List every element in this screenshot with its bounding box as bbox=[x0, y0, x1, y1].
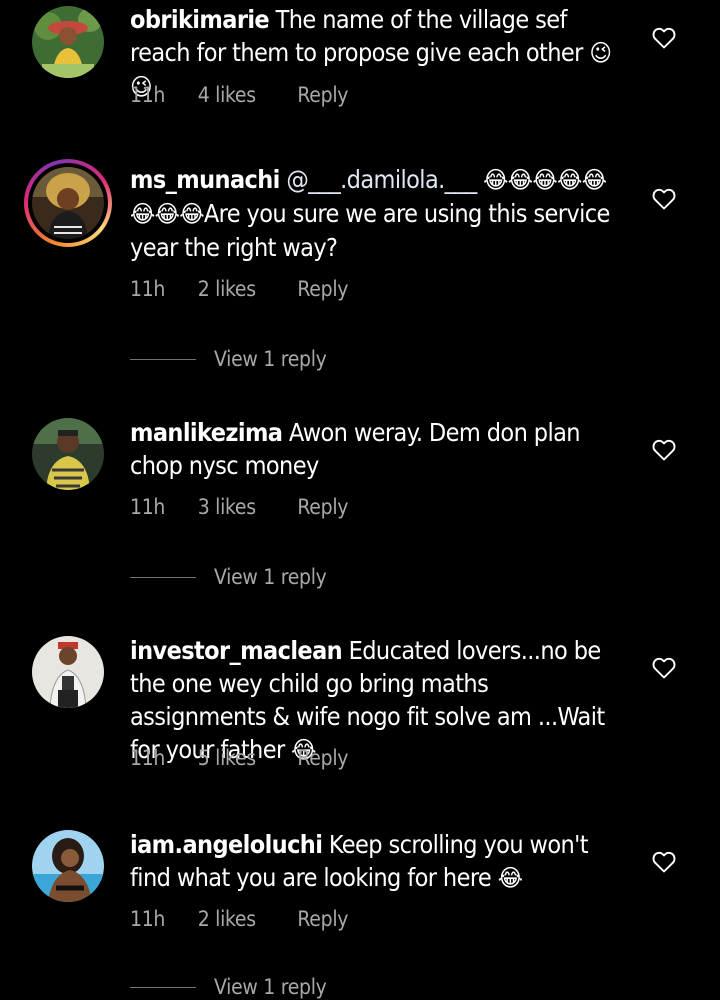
comment-meta: 11h 2 likes Reply bbox=[130, 907, 348, 931]
view-replies-button[interactable]: View 1 reply bbox=[130, 972, 327, 1000]
view-replies-button[interactable]: View 1 reply bbox=[130, 562, 327, 592]
view-replies-label[interactable]: View 1 reply bbox=[214, 347, 327, 371]
reply-button[interactable]: Reply bbox=[297, 277, 348, 301]
comment-time: 11h bbox=[130, 277, 166, 301]
comment-username[interactable]: manlikezima bbox=[130, 418, 283, 447]
heart-outline-icon[interactable] bbox=[652, 851, 676, 873]
comment-meta: 11h 4 likes Reply bbox=[130, 83, 348, 107]
view-replies-button[interactable]: View 1 reply bbox=[130, 344, 327, 374]
comment-time: 11h bbox=[130, 746, 166, 770]
comment-likes[interactable]: 4 likes bbox=[198, 83, 292, 107]
comment-body: iam.angeloluchi Keep scrolling you won't… bbox=[130, 828, 630, 895]
reply-button[interactable]: Reply bbox=[297, 746, 348, 770]
comment-likes[interactable]: 2 likes bbox=[198, 907, 292, 931]
comment-time: 11h bbox=[130, 907, 166, 931]
comment-meta: 11h 3 likes Reply bbox=[130, 495, 348, 519]
user-avatar[interactable] bbox=[32, 830, 104, 902]
user-avatar[interactable] bbox=[24, 159, 112, 247]
comment-meta: 11h 5 likes Reply bbox=[130, 746, 348, 770]
reply-button[interactable]: Reply bbox=[297, 83, 348, 107]
comment-username[interactable]: ms_munachi bbox=[130, 165, 280, 194]
comment-likes[interactable]: 3 likes bbox=[198, 495, 292, 519]
comment-body: manlikezima Awon weray. Dem don plan cho… bbox=[130, 416, 630, 482]
comment-emojis: 😂 bbox=[497, 864, 523, 892]
comment-meta: 11h 2 likes Reply bbox=[130, 277, 348, 301]
comment-username[interactable]: investor_maclean bbox=[130, 636, 343, 665]
view-replies-divider bbox=[130, 358, 196, 360]
comment-body: ms_munachi @___.damilola.___ 😂😂😂😂😂😂😂😂Are… bbox=[130, 163, 630, 264]
user-avatar[interactable] bbox=[32, 418, 104, 490]
heart-outline-icon[interactable] bbox=[652, 657, 676, 679]
comment-mention[interactable]: @___.damilola.___ bbox=[286, 165, 477, 194]
heart-outline-icon[interactable] bbox=[652, 188, 676, 210]
view-replies-divider bbox=[130, 986, 196, 988]
reply-button[interactable]: Reply bbox=[297, 907, 348, 931]
comment-username[interactable]: obrikimarie bbox=[130, 5, 270, 34]
comment-time: 11h bbox=[130, 495, 166, 519]
heart-outline-icon[interactable] bbox=[652, 27, 676, 49]
comment-time: 11h bbox=[130, 83, 166, 107]
view-replies-divider bbox=[130, 576, 196, 578]
comment-username[interactable]: iam.angeloluchi bbox=[130, 830, 323, 859]
heart-outline-icon[interactable] bbox=[652, 439, 676, 461]
comments-list: obrikimarie The name of the village sef … bbox=[0, 0, 720, 1000]
comment-likes[interactable]: 5 likes bbox=[198, 746, 292, 770]
user-avatar[interactable] bbox=[32, 6, 104, 78]
view-replies-label[interactable]: View 1 reply bbox=[214, 975, 327, 999]
comment-likes[interactable]: 2 likes bbox=[198, 277, 292, 301]
user-avatar[interactable] bbox=[32, 636, 104, 708]
reply-button[interactable]: Reply bbox=[297, 495, 348, 519]
view-replies-label[interactable]: View 1 reply bbox=[214, 565, 327, 589]
story-ring bbox=[28, 163, 108, 243]
